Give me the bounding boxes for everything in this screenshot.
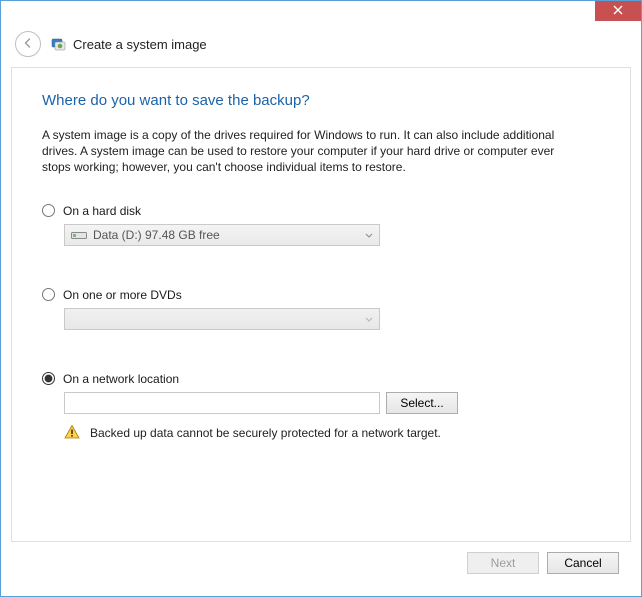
option-dvd-label: On one or more DVDs <box>63 288 182 302</box>
radio-hard-disk[interactable] <box>42 204 55 217</box>
warning-icon <box>64 424 80 443</box>
option-dvd: On one or more DVDs <box>42 288 600 330</box>
select-button[interactable]: Select... <box>386 392 458 414</box>
warning-text: Backed up data cannot be securely protec… <box>90 426 441 440</box>
network-path-input[interactable] <box>64 392 380 414</box>
header: Create a system image <box>1 25 641 67</box>
option-network: On a network location Select... Backed u <box>42 372 600 443</box>
content-outer: Where do you want to save the backup? A … <box>1 67 641 596</box>
warning-row: Backed up data cannot be securely protec… <box>64 424 600 443</box>
back-button[interactable] <box>15 31 41 57</box>
option-hard-disk-row[interactable]: On a hard disk <box>42 204 600 218</box>
titlebar <box>1 1 641 25</box>
cancel-button[interactable]: Cancel <box>547 552 619 574</box>
description: A system image is a copy of the drives r… <box>42 127 582 176</box>
hard-disk-selected: Data (D:) 97.48 GB free <box>93 228 220 242</box>
system-image-icon <box>51 36 67 52</box>
next-button[interactable]: Next <box>467 552 539 574</box>
close-button[interactable] <box>595 1 641 21</box>
wizard-window: Create a system image Where do you want … <box>0 0 642 597</box>
footer: Next Cancel <box>11 542 631 586</box>
chevron-down-icon <box>365 312 373 326</box>
page-title: Create a system image <box>73 37 207 52</box>
option-network-label: On a network location <box>63 372 179 386</box>
heading: Where do you want to save the backup? <box>42 92 600 109</box>
network-input-row: Select... <box>64 392 600 414</box>
hard-disk-dropdown[interactable]: Data (D:) 97.48 GB free <box>64 224 380 246</box>
panel: Where do you want to save the backup? A … <box>11 67 631 542</box>
option-hard-disk: On a hard disk Data (D:) 97.48 GB free <box>42 204 600 246</box>
drive-icon <box>71 229 87 241</box>
radio-dvd[interactable] <box>42 288 55 301</box>
close-icon <box>613 5 623 18</box>
option-dvd-row[interactable]: On one or more DVDs <box>42 288 600 302</box>
arrow-left-icon <box>22 37 34 52</box>
option-network-row[interactable]: On a network location <box>42 372 600 386</box>
dvd-dropdown <box>64 308 380 330</box>
header-title-wrap: Create a system image <box>51 36 207 52</box>
option-hard-disk-label: On a hard disk <box>63 204 141 218</box>
chevron-down-icon <box>365 228 373 242</box>
radio-network[interactable] <box>42 372 55 385</box>
